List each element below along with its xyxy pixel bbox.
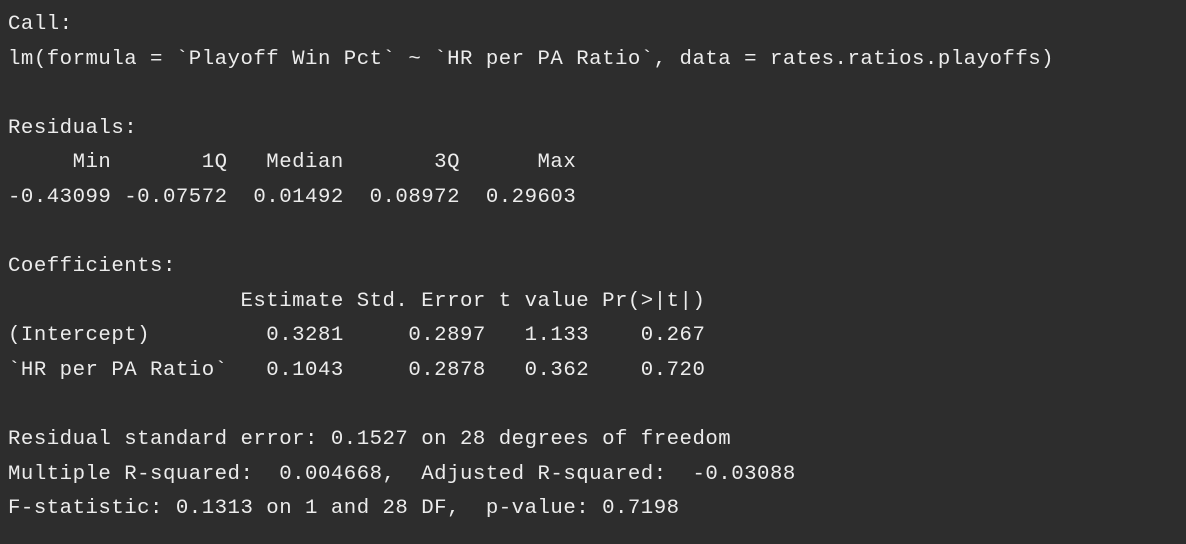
f-statistic-summary: F-statistic: 0.1313 on 1 and 28 DF, p-va… <box>8 497 680 521</box>
residual-standard-error: Residual standard error: 0.1527 on 28 de… <box>8 428 732 452</box>
coefficients-row-hr-per-pa-ratio: `HR per PA Ratio` 0.1043 0.2878 0.362 0.… <box>8 358 706 382</box>
call-formula: lm(formula = `Playoff Win Pct` ~ `HR per… <box>8 47 1055 71</box>
residuals-quantile-values: -0.43099 -0.07572 0.01492 0.08972 0.2960… <box>8 185 590 209</box>
residuals-header: Residuals: <box>8 116 138 140</box>
r-squared-summary: Multiple R-squared: 0.004668, Adjusted R… <box>8 462 809 486</box>
coefficients-row-intercept: (Intercept) 0.3281 0.2897 1.133 0.267 <box>8 324 706 348</box>
coefficients-header: Coefficients: <box>8 255 176 279</box>
call-header: Call: <box>8 13 73 36</box>
console-output: Call: lm(formula = `Playoff Win Pct` ~ `… <box>0 0 1186 544</box>
coefficients-column-headers: Estimate Std. Error t value Pr(>|t|) <box>8 289 706 313</box>
residuals-quantile-labels: Min 1Q Median 3Q Max <box>8 151 590 175</box>
